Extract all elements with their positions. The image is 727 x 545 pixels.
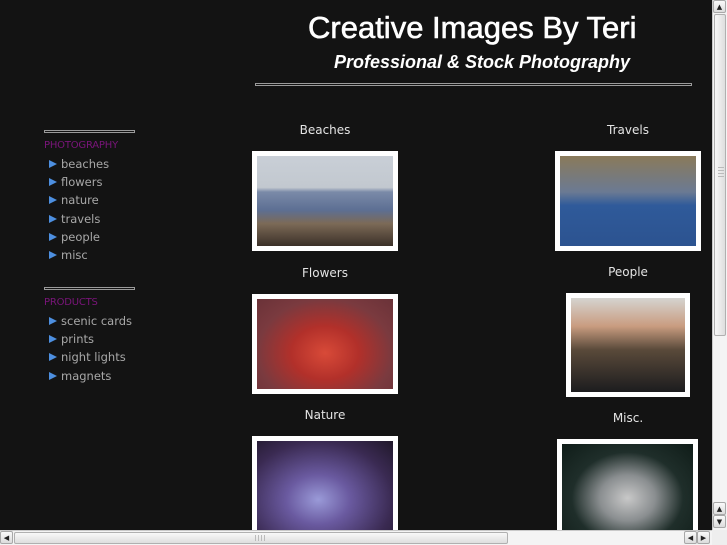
travels-photo (560, 156, 696, 246)
caption-people: People (608, 265, 648, 279)
caption-nature: Nature (304, 408, 346, 422)
thumb-people[interactable] (566, 293, 690, 397)
nav-item-label: people (61, 229, 100, 244)
scroll-left-button[interactable]: ◀ (0, 531, 13, 544)
scroll-down-button[interactable]: ▼ (713, 515, 726, 528)
caption-flowers: Flowers (302, 266, 348, 280)
nav-item-label: beaches (61, 157, 110, 172)
people-photo (571, 298, 685, 392)
flowers-photo (257, 299, 393, 389)
arrow-right-icon (49, 317, 57, 326)
thumb-misc[interactable] (557, 439, 698, 530)
nav-item-flowers[interactable]: flowers (49, 173, 109, 191)
site-title: Creative Images By Teri (308, 10, 637, 46)
misc-photo (562, 444, 693, 530)
nav-item-label: flowers (61, 175, 103, 190)
vertical-scrollbar[interactable]: ▲ ▲ ▼ (712, 0, 727, 530)
nav-item-label: prints (61, 332, 95, 347)
sidebar-divider-products (44, 287, 135, 290)
beaches-photo (257, 156, 393, 246)
nav-item-label: night lights (61, 350, 126, 365)
nav-item-prints[interactable]: prints (49, 330, 132, 348)
arrow-right-icon (49, 214, 57, 223)
caption-beaches: Beaches (299, 123, 351, 137)
nav-item-label: misc (61, 248, 88, 263)
arrow-right-icon (49, 371, 57, 380)
arrow-right-icon (49, 353, 57, 362)
thumb-beaches[interactable] (252, 151, 398, 251)
thumb-travels[interactable] (555, 151, 701, 251)
nav-item-misc[interactable]: misc (49, 246, 109, 264)
photography-nav: beaches flowers nature travels people mi… (49, 155, 109, 264)
nav-item-label: travels (61, 211, 101, 226)
arrow-right-icon (49, 160, 57, 169)
nav-item-travels[interactable]: travels (49, 210, 109, 228)
nav-item-scenic-cards[interactable]: scenic cards (49, 312, 132, 330)
nav-item-people[interactable]: people (49, 228, 109, 246)
horizontal-scrollbar[interactable]: ◀ ◀ ▶ (0, 530, 712, 545)
section-heading-products: PRODUCTS (44, 297, 98, 308)
nav-item-night-lights[interactable]: night lights (49, 348, 132, 366)
horizontal-scroll-thumb[interactable] (14, 532, 508, 544)
nature-photo (257, 441, 393, 530)
vertical-scroll-thumb[interactable] (714, 14, 726, 336)
nav-item-nature[interactable]: nature (49, 191, 109, 209)
arrow-right-icon (49, 178, 57, 187)
nav-item-label: nature (61, 193, 99, 208)
grip-icon (255, 535, 267, 541)
scrollbar-corner (712, 530, 727, 545)
caption-travels: Travels (607, 123, 649, 137)
nav-item-beaches[interactable]: beaches (49, 155, 109, 173)
scroll-up-button-bottom[interactable]: ▲ (713, 502, 726, 515)
sidebar-divider-photography (44, 130, 135, 133)
scroll-left-button-end[interactable]: ◀ (684, 531, 697, 544)
arrow-right-icon (49, 196, 57, 205)
scroll-right-button[interactable]: ▶ (697, 531, 710, 544)
arrow-right-icon (49, 232, 57, 241)
page-viewport: Creative Images By Teri Professional & S… (0, 0, 712, 530)
arrow-right-icon (49, 335, 57, 344)
nav-item-label: magnets (61, 368, 112, 383)
grip-icon (718, 165, 724, 177)
header-divider (255, 83, 692, 86)
products-nav: scenic cards prints night lights magnets (49, 312, 132, 385)
thumb-flowers[interactable] (252, 294, 398, 394)
nav-item-label: scenic cards (61, 314, 133, 329)
section-heading-photography: PHOTOGRAPHY (44, 140, 118, 151)
caption-misc: Misc. (612, 411, 644, 425)
arrow-right-icon (49, 251, 57, 260)
scroll-up-button[interactable]: ▲ (713, 0, 726, 13)
thumb-nature[interactable] (252, 436, 398, 530)
site-subtitle: Professional & Stock Photography (334, 52, 631, 72)
nav-item-magnets[interactable]: magnets (49, 367, 132, 385)
